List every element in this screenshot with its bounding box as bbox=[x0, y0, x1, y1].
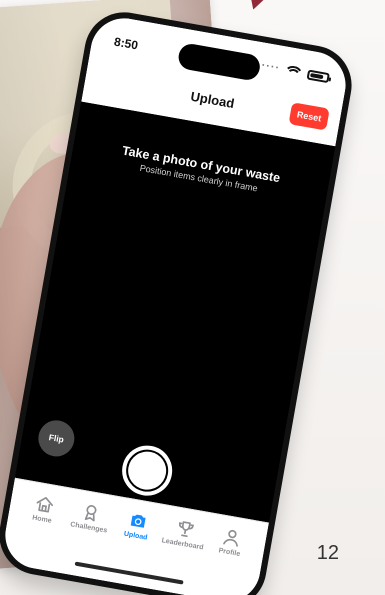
camera-instructions: Take a photo of your waste Position item… bbox=[71, 135, 330, 205]
battery-icon bbox=[306, 69, 330, 84]
camera-icon bbox=[130, 514, 146, 528]
flip-camera-button[interactable]: Flip bbox=[35, 417, 78, 460]
tab-label: Leaderboard bbox=[160, 537, 204, 552]
battery-fill bbox=[309, 72, 324, 80]
signal-dots-icon: ···· bbox=[260, 59, 282, 75]
tab-leaderboard[interactable]: Leaderboard bbox=[158, 515, 210, 552]
status-time: 8:50 bbox=[112, 34, 140, 53]
tab-profile[interactable]: Profile bbox=[205, 523, 257, 560]
home-icon bbox=[36, 496, 53, 513]
home-indicator bbox=[74, 561, 184, 585]
shutter-inner bbox=[125, 448, 170, 493]
tab-challenges[interactable]: Challenges bbox=[65, 499, 117, 536]
reset-button[interactable]: Reset bbox=[288, 102, 330, 131]
tab-label: Upload bbox=[123, 530, 148, 542]
profile-icon bbox=[223, 529, 239, 547]
tab-label: Profile bbox=[217, 547, 241, 558]
tab-home[interactable]: Home bbox=[18, 490, 70, 527]
slide: 8:50 ···· Upload Reset Take a photo of y… bbox=[0, 0, 385, 595]
slide-page-number: 12 bbox=[316, 542, 339, 564]
pointer-arrow-icon bbox=[243, 0, 269, 13]
tab-upload[interactable]: Upload bbox=[112, 507, 164, 544]
tab-label: Home bbox=[31, 514, 53, 525]
tab-label: Challenges bbox=[69, 521, 108, 535]
wifi-icon bbox=[285, 65, 303, 80]
shutter-button[interactable] bbox=[118, 441, 177, 500]
badge-icon bbox=[85, 505, 97, 522]
status-icons: ···· bbox=[260, 59, 330, 84]
trophy-icon bbox=[178, 521, 194, 537]
